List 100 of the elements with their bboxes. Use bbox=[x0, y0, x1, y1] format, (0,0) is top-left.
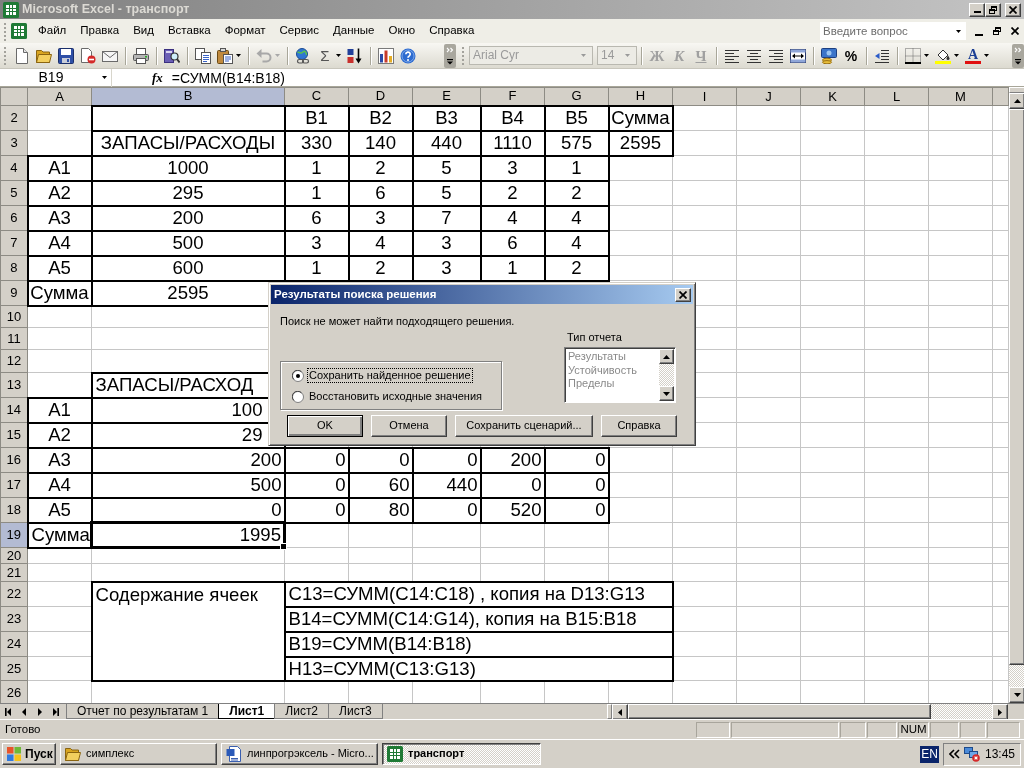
column-header[interactable]: K bbox=[800, 87, 865, 106]
new-document-icon[interactable] bbox=[14, 47, 30, 64]
row-header[interactable]: 15 bbox=[0, 422, 28, 448]
radio-option[interactable]: Восстановить исходные значения bbox=[292, 386, 501, 407]
paint-bucket-icon[interactable] bbox=[935, 47, 951, 64]
chevrons-icon[interactable] bbox=[949, 749, 960, 759]
decrease-indent-icon[interactable] bbox=[874, 47, 890, 64]
insert-function-button[interactable]: fx bbox=[152, 69, 163, 86]
row-header[interactable]: 11 bbox=[0, 327, 28, 350]
caret-icon[interactable] bbox=[236, 54, 241, 57]
split-box[interactable] bbox=[607, 704, 612, 719]
scroll-left-button[interactable] bbox=[612, 704, 628, 720]
formula-field[interactable]: =СУММ(B14:B18) bbox=[168, 68, 1024, 87]
row-header[interactable]: 4 bbox=[0, 155, 28, 181]
row-header[interactable]: 9 bbox=[0, 280, 28, 306]
row-header[interactable]: 22 bbox=[0, 581, 28, 607]
scroll-thumb[interactable] bbox=[628, 704, 931, 719]
row-header[interactable]: 6 bbox=[0, 205, 28, 231]
globe-chain-icon[interactable] bbox=[295, 47, 311, 64]
caret-icon[interactable] bbox=[102, 76, 107, 79]
sheet-tab[interactable]: Отчет по результатам 1 bbox=[66, 704, 220, 719]
column-header[interactable]: F bbox=[480, 87, 545, 106]
split-box[interactable] bbox=[1009, 87, 1024, 93]
minimize-button[interactable] bbox=[969, 2, 985, 17]
sheet-tab[interactable]: Лист3 bbox=[328, 704, 383, 719]
row-header[interactable]: 5 bbox=[0, 180, 28, 206]
cancel-button[interactable]: Отмена bbox=[371, 415, 447, 437]
align-center-icon[interactable] bbox=[746, 47, 762, 64]
scroll-up-button[interactable] bbox=[1009, 93, 1024, 109]
taskbar-button[interactable]: линпрогрэксель - Micro... bbox=[221, 743, 378, 765]
autosum-button[interactable]: Σ bbox=[317, 47, 333, 64]
sheet-tab[interactable]: Лист2 bbox=[274, 704, 330, 719]
caret-icon[interactable] bbox=[954, 54, 959, 57]
column-header[interactable]: H bbox=[608, 87, 673, 106]
sheet-tab[interactable]: Лист1 bbox=[218, 704, 276, 719]
save-scenario-button[interactable]: Сохранить сценарий... bbox=[455, 415, 593, 437]
align-left-icon[interactable] bbox=[724, 47, 740, 64]
row-header[interactable]: 7 bbox=[0, 230, 28, 256]
row-header[interactable]: 18 bbox=[0, 497, 28, 523]
row-header[interactable]: 10 bbox=[0, 305, 28, 328]
close-button[interactable] bbox=[675, 287, 691, 302]
grip-icon[interactable] bbox=[4, 46, 7, 65]
font-color-button[interactable]: A bbox=[965, 47, 981, 64]
row-header[interactable]: 14 bbox=[0, 397, 28, 423]
copy-icon[interactable] bbox=[195, 47, 211, 64]
row-header[interactable]: 24 bbox=[0, 631, 28, 657]
close-button[interactable] bbox=[1005, 2, 1021, 17]
row-header[interactable]: 25 bbox=[0, 656, 28, 681]
money-icon[interactable] bbox=[821, 47, 837, 64]
caret-icon[interactable] bbox=[924, 54, 929, 57]
grip-icon[interactable] bbox=[462, 46, 465, 65]
network-error-icon[interactable] bbox=[964, 746, 980, 762]
clock[interactable]: 13:45 bbox=[984, 746, 1015, 762]
ok-button[interactable]: OK bbox=[287, 415, 363, 437]
book-magnifier-icon[interactable] bbox=[164, 47, 180, 64]
column-header[interactable]: M bbox=[928, 87, 993, 106]
name-box[interactable]: B19 bbox=[0, 68, 112, 87]
column-header[interactable]: I bbox=[672, 87, 737, 106]
scroll-thumb[interactable] bbox=[1009, 109, 1024, 665]
start-button[interactable]: Пуск bbox=[2, 743, 56, 765]
row-header[interactable]: 12 bbox=[0, 349, 28, 373]
row-header[interactable]: 3 bbox=[0, 130, 28, 156]
column-header[interactable]: B bbox=[91, 87, 285, 106]
borders-icon[interactable] bbox=[905, 47, 921, 64]
row-header[interactable]: 13 bbox=[0, 372, 28, 398]
folder-icon[interactable] bbox=[36, 47, 52, 64]
spreadsheet-icon[interactable] bbox=[11, 23, 27, 39]
row-header[interactable]: 2 bbox=[0, 105, 28, 131]
menu-item[interactable]: Справка bbox=[422, 22, 482, 40]
radio-icon[interactable] bbox=[292, 369, 304, 382]
percent-button[interactable]: % bbox=[843, 47, 859, 64]
clipboard-icon[interactable] bbox=[217, 47, 233, 64]
column-header[interactable]: J bbox=[736, 87, 801, 106]
column-header[interactable]: D bbox=[348, 87, 413, 106]
menu-item[interactable]: Сервис bbox=[272, 22, 326, 40]
taskbar-button[interactable]: транспорт bbox=[382, 743, 541, 765]
document-stop-icon[interactable] bbox=[80, 47, 96, 64]
bar-chart-icon[interactable] bbox=[378, 47, 394, 64]
scroll-right-button[interactable] bbox=[992, 704, 1008, 720]
help-icon[interactable] bbox=[400, 47, 416, 64]
scroll-down-button[interactable] bbox=[1009, 687, 1024, 703]
fill-handle[interactable] bbox=[280, 543, 287, 550]
restore-button[interactable] bbox=[985, 2, 1001, 17]
sort-icon[interactable] bbox=[347, 47, 363, 64]
radio-icon[interactable] bbox=[292, 390, 304, 403]
row-header[interactable]: 26 bbox=[0, 680, 28, 703]
menu-item[interactable]: Окно bbox=[381, 22, 423, 40]
column-header[interactable]: C bbox=[284, 87, 349, 106]
column-header[interactable]: L bbox=[864, 87, 929, 106]
toolbar-options-icon[interactable] bbox=[444, 43, 456, 68]
row-header[interactable]: 16 bbox=[0, 447, 28, 473]
menu-item[interactable]: Правка bbox=[73, 22, 127, 40]
row-header[interactable]: 23 bbox=[0, 606, 28, 632]
help-button[interactable]: Справка bbox=[601, 415, 677, 437]
menu-item[interactable]: Формат bbox=[217, 22, 273, 40]
caret-icon[interactable] bbox=[336, 54, 341, 57]
caret-icon[interactable] bbox=[984, 54, 989, 57]
language-indicator[interactable]: EN bbox=[920, 745, 939, 763]
restore-icon[interactable] bbox=[993, 27, 1001, 35]
close-icon[interactable] bbox=[1011, 27, 1019, 35]
